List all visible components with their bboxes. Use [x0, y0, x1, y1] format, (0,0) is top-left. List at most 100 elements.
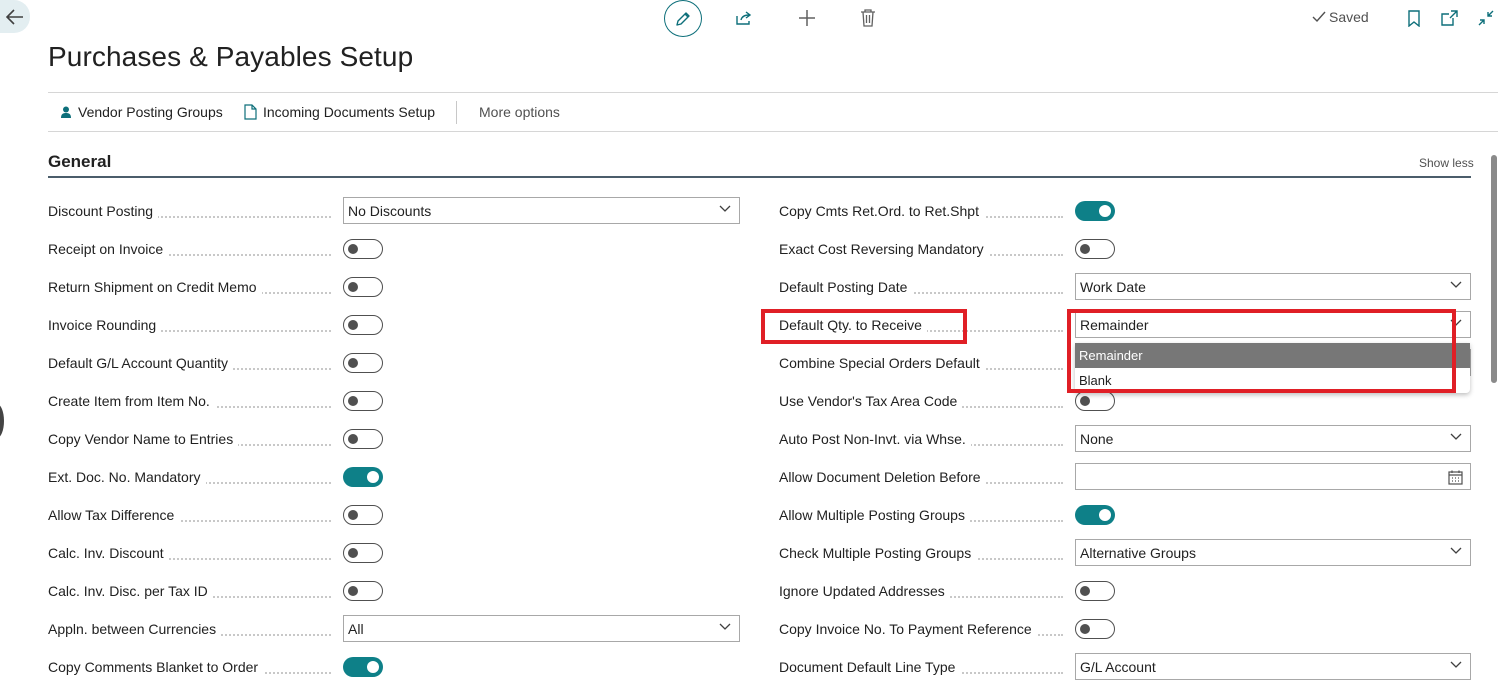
open-new-window-icon	[1440, 10, 1458, 26]
copy-vendor-name-to-entries-toggle[interactable]	[343, 429, 383, 449]
allow-tax-difference-toggle[interactable]	[343, 505, 383, 525]
field-label-discount-posting: Discount Posting	[48, 203, 159, 219]
collapse-button[interactable]	[1476, 8, 1496, 28]
show-less-button[interactable]: Show less	[1419, 156, 1474, 170]
toggle-knob	[348, 548, 358, 558]
field-label-copy-cmts-ret-ord-to-ret-shpt: Copy Cmts Ret.Ord. to Ret.Shpt	[779, 203, 984, 219]
delete-button[interactable]	[858, 8, 878, 28]
field-label-allow-tax-difference: Allow Tax Difference	[48, 507, 180, 523]
toggle-knob	[367, 661, 379, 673]
page-title: Purchases & Payables Setup	[48, 41, 414, 72]
ext-doc-no-mandatory-toggle[interactable]	[343, 467, 383, 487]
pencil-icon	[676, 11, 690, 26]
copy-cmts-ret-ord-to-ret-shpt-toggle[interactable]	[1075, 201, 1115, 221]
field-label-check-multiple-posting-groups: Check Multiple Posting Groups	[779, 545, 977, 561]
person-icon	[61, 106, 71, 118]
toggle-knob	[367, 471, 379, 483]
select-value: Alternative Groups	[1080, 544, 1196, 561]
field-label-allow-document-deletion-before: Allow Document Deletion Before	[779, 469, 986, 485]
divider	[48, 131, 1498, 132]
default-posting-date-select[interactable]: Work Date	[1075, 273, 1471, 300]
toggle-knob	[348, 434, 358, 444]
field-label-ignore-updated-addresses: Ignore Updated Addresses	[779, 583, 950, 599]
toggle-knob	[348, 396, 358, 406]
allow-document-deletion-before-date-field[interactable]	[1075, 463, 1471, 490]
trash-icon	[861, 9, 875, 27]
chevron-down-icon	[1450, 281, 1462, 288]
calc-inv-discount-toggle[interactable]	[343, 543, 383, 563]
allow-multiple-posting-groups-toggle[interactable]	[1075, 505, 1115, 525]
bookmark-button[interactable]	[1404, 8, 1424, 28]
share-icon	[736, 11, 752, 25]
default-g-l-account-quantity-toggle[interactable]	[343, 353, 383, 373]
back-button[interactable]	[0, 0, 30, 33]
chevron-down-icon	[719, 205, 731, 212]
toggle-knob	[348, 282, 358, 292]
exact-cost-reversing-mandatory-toggle[interactable]	[1075, 239, 1115, 259]
open-new-window-button[interactable]	[1439, 8, 1459, 28]
toggle-knob	[1080, 586, 1090, 596]
toggle-knob	[348, 244, 358, 254]
ignore-updated-addresses-toggle[interactable]	[1075, 581, 1115, 601]
chevron-down-icon	[719, 623, 731, 630]
invoice-rounding-toggle[interactable]	[343, 315, 383, 335]
field-label-return-shipment-on-credit-memo: Return Shipment on Credit Memo	[48, 279, 262, 295]
appln-between-currencies-select[interactable]: All	[343, 615, 740, 642]
chevron-down-icon	[1450, 433, 1462, 440]
toggle-knob	[1080, 396, 1090, 406]
field-label-create-item-from-item-no: Create Item from Item No.	[48, 393, 215, 409]
field-label-calc-inv-discount: Calc. Inv. Discount	[48, 545, 169, 561]
check-multiple-posting-groups-select[interactable]: Alternative Groups	[1075, 539, 1471, 566]
edit-button[interactable]	[664, 0, 702, 37]
field-label-copy-vendor-name-to-entries: Copy Vendor Name to Entries	[48, 431, 239, 447]
field-label-invoice-rounding: Invoice Rounding	[48, 317, 162, 333]
incoming-documents-setup-action[interactable]: Incoming Documents Setup	[244, 104, 435, 120]
calendar-icon	[1448, 470, 1463, 485]
share-button[interactable]	[734, 8, 754, 28]
field-label-auto-post-non-invt-via-whse: Auto Post Non-Invt. via Whse.	[779, 431, 971, 447]
saved-status: Saved	[1312, 9, 1369, 25]
highlight-box-label	[761, 309, 967, 344]
vendor-posting-groups-label: Vendor Posting Groups	[78, 104, 223, 120]
incoming-documents-setup-label: Incoming Documents Setup	[263, 104, 435, 120]
edge-handle[interactable]	[0, 404, 4, 438]
divider	[48, 92, 1498, 93]
calc-inv-disc-per-tax-id-toggle[interactable]	[343, 581, 383, 601]
toggle-knob	[1080, 244, 1090, 254]
use-vendor-s-tax-area-code-toggle[interactable]	[1075, 391, 1115, 411]
receipt-on-invoice-toggle[interactable]	[343, 239, 383, 259]
field-label-combine-special-orders-default: Combine Special Orders Default	[779, 355, 985, 371]
return-shipment-on-credit-memo-toggle[interactable]	[343, 277, 383, 297]
toggle-knob	[1099, 509, 1111, 521]
section-title-general[interactable]: General	[48, 152, 111, 172]
toggle-knob	[348, 358, 358, 368]
select-value: All	[348, 620, 364, 637]
collapse-icon	[1478, 10, 1494, 26]
more-options-button[interactable]: More options	[479, 104, 560, 120]
field-label-default-g-l-account-quantity: Default G/L Account Quantity	[48, 355, 234, 371]
document-default-line-type-select[interactable]: G/L Account	[1075, 653, 1471, 680]
select-value: None	[1080, 430, 1114, 447]
toggle-knob	[1099, 205, 1111, 217]
toggle-knob	[348, 510, 358, 520]
discount-posting-select[interactable]: No Discounts	[343, 197, 740, 224]
highlight-box-dropdown	[1067, 309, 1456, 393]
field-label-appln-between-currencies: Appln. between Currencies	[48, 621, 222, 637]
field-label-copy-invoice-no-to-payment-reference: Copy Invoice No. To Payment Reference	[779, 621, 1037, 637]
create-item-from-item-no-toggle[interactable]	[343, 391, 383, 411]
field-label-use-vendor-s-tax-area-code: Use Vendor's Tax Area Code	[779, 393, 963, 409]
field-label-default-posting-date: Default Posting Date	[779, 279, 913, 295]
copy-comments-blanket-to-order-toggle[interactable]	[343, 657, 383, 677]
vendor-posting-groups-action[interactable]: Vendor Posting Groups	[60, 104, 223, 120]
scrollbar-thumb[interactable]	[1491, 155, 1497, 383]
copy-invoice-no-to-payment-reference-toggle[interactable]	[1075, 619, 1115, 639]
field-label-copy-comments-blanket-to-order: Copy Comments Blanket to Order	[48, 659, 264, 675]
plus-icon	[799, 10, 815, 26]
section-divider	[48, 176, 1471, 178]
back-arrow-icon	[6, 8, 23, 25]
saved-label: Saved	[1329, 9, 1369, 25]
chevron-down-icon	[1450, 661, 1462, 668]
action-separator	[456, 101, 457, 124]
new-button[interactable]	[797, 8, 817, 28]
auto-post-non-invt-via-whse-select[interactable]: None	[1075, 425, 1471, 452]
